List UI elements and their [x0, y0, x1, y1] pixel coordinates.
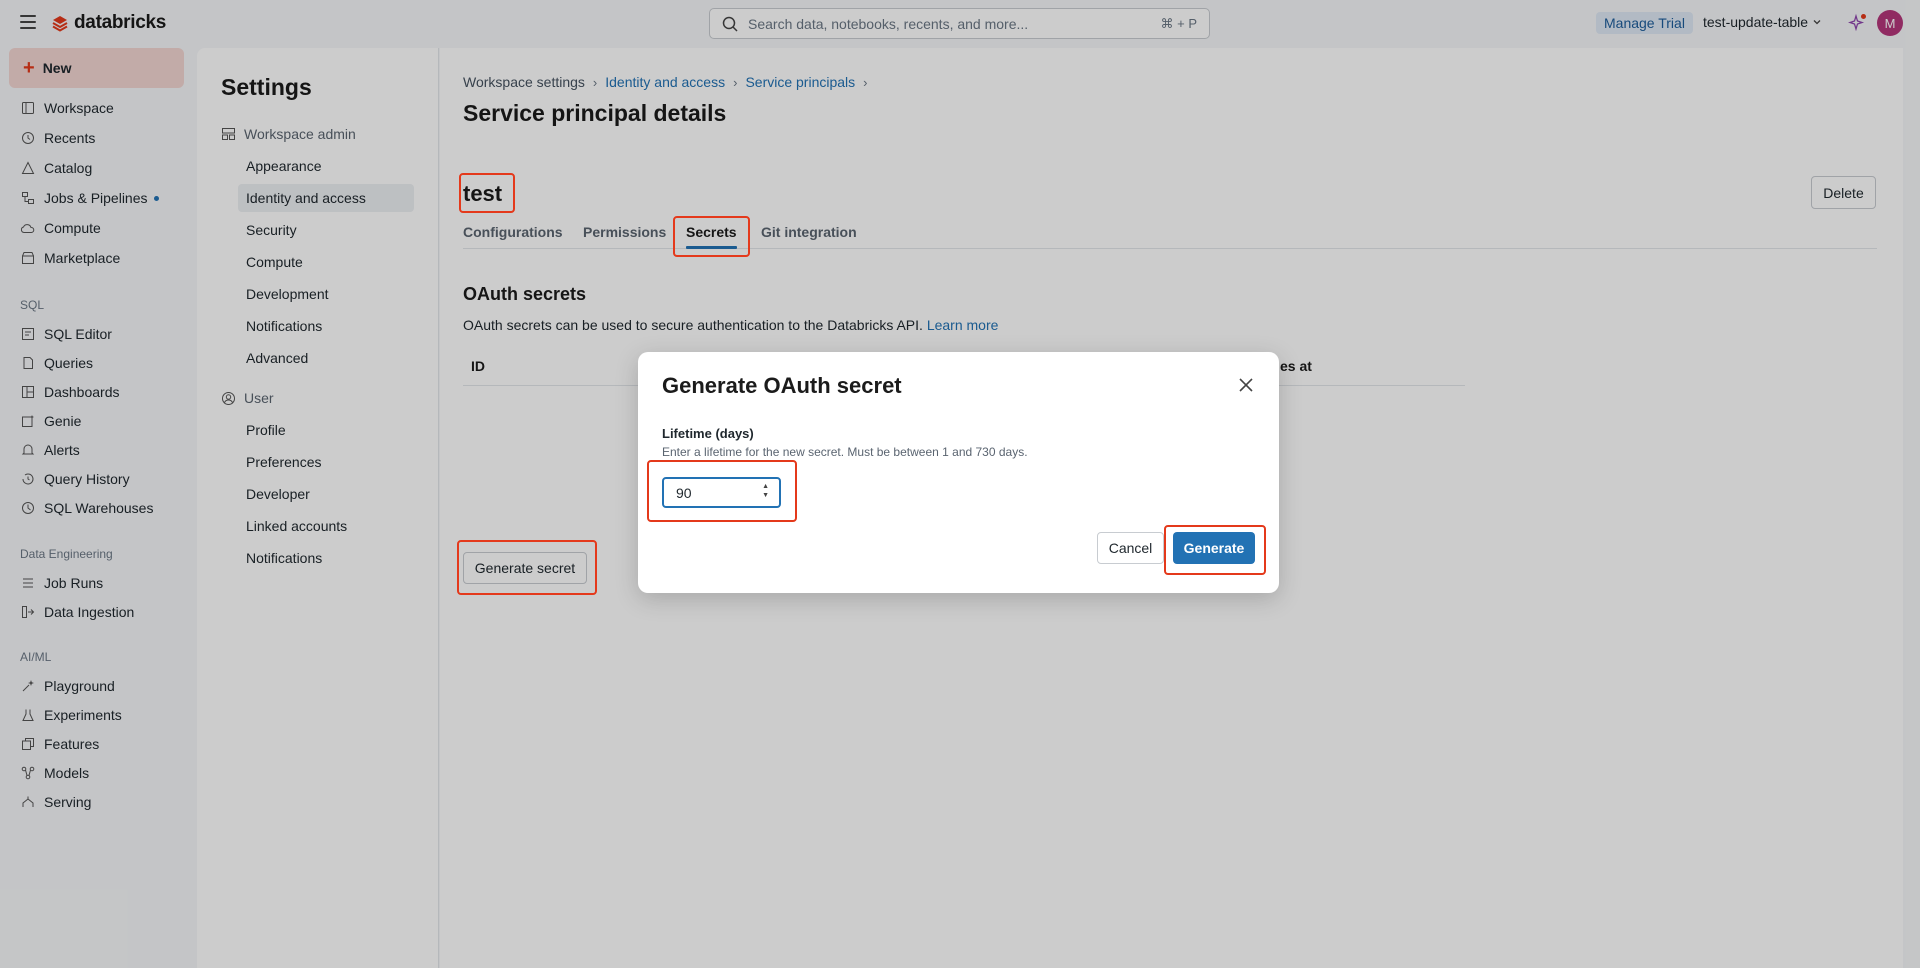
annotation-box	[647, 460, 797, 522]
annotation-box	[673, 216, 750, 257]
lifetime-help-text: Enter a lifetime for the new secret. Mus…	[662, 445, 1028, 459]
annotation-box	[1164, 525, 1266, 575]
annotation-box	[457, 540, 597, 595]
cancel-button[interactable]: Cancel	[1097, 532, 1164, 564]
lifetime-label: Lifetime (days)	[662, 426, 754, 441]
dialog-title: Generate OAuth secret	[662, 373, 902, 398]
close-icon[interactable]	[1237, 376, 1255, 394]
annotation-box	[459, 173, 515, 213]
